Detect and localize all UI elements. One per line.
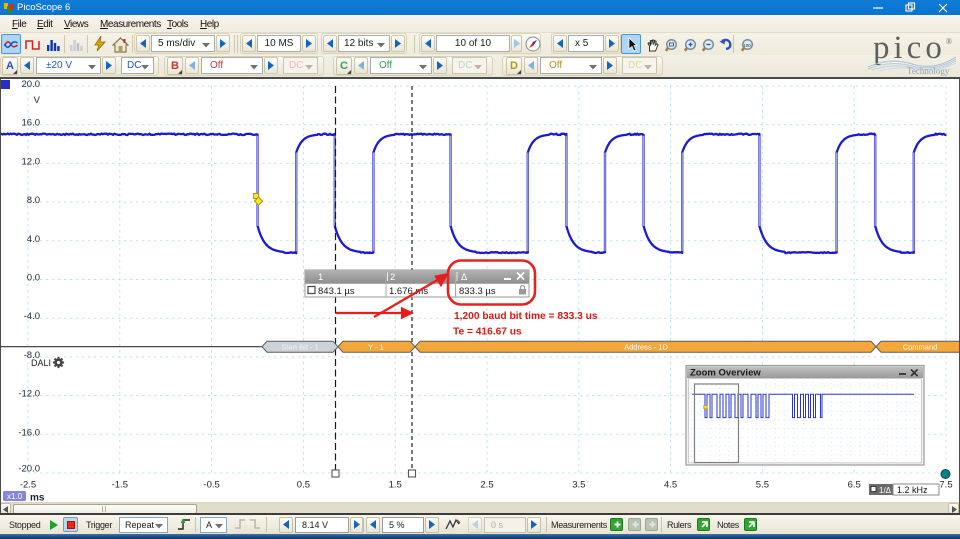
svg-text:Start Bit - 1: Start Bit - 1 bbox=[281, 343, 319, 352]
svg-text:Address - 1D: Address - 1D bbox=[624, 343, 668, 352]
svg-text:16.0: 16.0 bbox=[22, 118, 41, 129]
svg-text:20.0: 20.0 bbox=[22, 79, 41, 90]
svg-text:-4.0: -4.0 bbox=[24, 311, 40, 322]
svg-text:100: 100 bbox=[743, 43, 751, 48]
svg-text:-12.0: -12.0 bbox=[18, 389, 40, 400]
svg-text:Zoom Overview: Zoom Overview bbox=[690, 368, 761, 379]
svg-text:DALI: DALI bbox=[31, 358, 51, 368]
svg-text:2: 2 bbox=[390, 272, 395, 283]
svg-text:8.0: 8.0 bbox=[27, 195, 40, 206]
svg-text:x1.0: x1.0 bbox=[7, 492, 23, 501]
svg-text:4.5: 4.5 bbox=[664, 480, 677, 491]
svg-text:7.5: 7.5 bbox=[939, 480, 952, 491]
svg-text:-16.0: -16.0 bbox=[18, 427, 40, 438]
svg-text:12.0: 12.0 bbox=[22, 156, 41, 167]
svg-text:Δ: Δ bbox=[461, 272, 468, 283]
svg-text:1,200 baud bit time = 833.3 us: 1,200 baud bit time = 833.3 us bbox=[454, 311, 598, 322]
svg-text:0.5: 0.5 bbox=[297, 480, 310, 491]
svg-text:6.5: 6.5 bbox=[848, 480, 861, 491]
svg-text:V: V bbox=[34, 95, 41, 106]
svg-text:843.1 µs: 843.1 µs bbox=[318, 286, 355, 297]
svg-text:-0.5: -0.5 bbox=[203, 480, 219, 491]
svg-text:Y - 1: Y - 1 bbox=[368, 343, 384, 352]
svg-text:0.0: 0.0 bbox=[27, 273, 40, 284]
svg-text:4.0: 4.0 bbox=[27, 234, 40, 245]
svg-text:1.2 kHz: 1.2 kHz bbox=[897, 485, 928, 495]
svg-text:Te = 416.67 us: Te = 416.67 us bbox=[453, 327, 522, 338]
svg-text:5.5: 5.5 bbox=[756, 480, 769, 491]
svg-text:1.5: 1.5 bbox=[389, 480, 402, 491]
svg-text:833.3 µs: 833.3 µs bbox=[459, 286, 496, 297]
svg-text:ms: ms bbox=[30, 493, 45, 503]
svg-text:1: 1 bbox=[318, 272, 323, 283]
svg-text:-2.5: -2.5 bbox=[20, 480, 36, 491]
svg-text:3.5: 3.5 bbox=[572, 480, 585, 491]
svg-text:Command: Command bbox=[903, 343, 938, 352]
svg-text:1/Δ: 1/Δ bbox=[879, 486, 892, 495]
svg-text:-1.5: -1.5 bbox=[112, 480, 128, 491]
svg-text:2.5: 2.5 bbox=[480, 480, 493, 491]
svg-text:-20.0: -20.0 bbox=[18, 464, 40, 475]
